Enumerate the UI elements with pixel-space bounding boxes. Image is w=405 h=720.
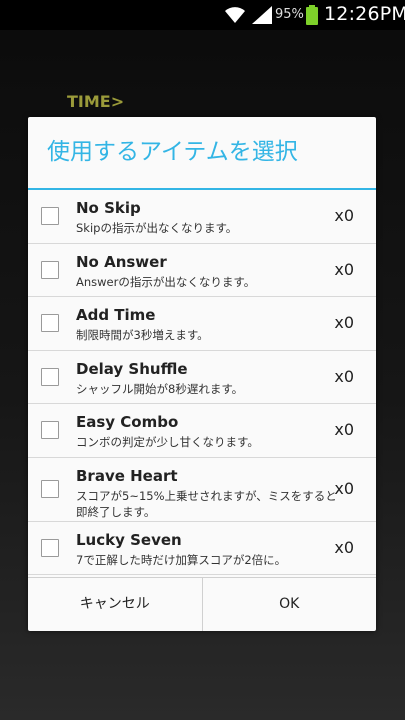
- item-name: Lucky Seven: [76, 530, 182, 549]
- item-count: x0: [334, 537, 354, 557]
- battery-percent: 95%: [275, 7, 304, 22]
- battery-icon: [306, 5, 318, 25]
- item-count: x0: [334, 206, 354, 226]
- clock: 12:26PM: [324, 3, 405, 25]
- ok-button[interactable]: OK: [201, 578, 377, 631]
- item-name: Add Time: [76, 306, 156, 324]
- item-description: 制限時間が3秒増えます。: [76, 328, 209, 342]
- item-description: コンボの判定が少し甘くなります。: [76, 435, 259, 449]
- signal-icon: [252, 6, 272, 24]
- checkbox[interactable]: [41, 314, 59, 333]
- checkbox[interactable]: [41, 260, 59, 279]
- item-name: Delay Shuffle: [76, 359, 188, 378]
- list-item-delay-shuffle[interactable]: Delay Shuffle シャッフル開始が8秒遅れます。 x0: [28, 351, 376, 404]
- time-label: TIME>: [67, 92, 125, 111]
- item-name: Brave Heart: [76, 466, 178, 485]
- item-count: x0: [334, 259, 354, 279]
- item-description: Answerの指示が出なくなります。: [76, 274, 256, 289]
- item-name: No Answer: [76, 252, 167, 271]
- item-list: No Skip Skipの指示が出なくなります。 x0 No Answer An…: [28, 190, 376, 575]
- list-item-easy-combo[interactable]: Easy Combo コンボの判定が少し甘くなります。 x0: [28, 404, 376, 458]
- item-description: スコアが5~15%上乗せされますが、ミスをすると即終了します。: [76, 488, 337, 519]
- item-count: x0: [334, 366, 354, 386]
- item-name: Easy Combo: [76, 413, 179, 431]
- cancel-button[interactable]: キャンセル: [28, 578, 202, 631]
- item-count: x0: [334, 479, 354, 498]
- list-item-add-time[interactable]: Add Time 制限時間が3秒増えます。 x0: [28, 297, 376, 351]
- item-count: x0: [334, 420, 354, 440]
- list-item-brave-heart[interactable]: Brave Heart スコアが5~15%上乗せされますが、ミスをすると即終了し…: [28, 458, 376, 522]
- list-item-lucky-seven[interactable]: Lucky Seven 7で正解した時だけ加算スコアが2倍に。 x0: [28, 522, 376, 575]
- dialog-title: 使用するアイテムを選択: [28, 117, 376, 190]
- dialog-buttons: キャンセル OK: [28, 577, 376, 631]
- item-description: シャッフル開始が8秒遅れます。: [76, 381, 244, 396]
- item-name: No Skip: [76, 199, 141, 217]
- item-description: 7で正解した時だけ加算スコアが2倍に。: [76, 552, 287, 567]
- list-item-no-answer[interactable]: No Answer Answerの指示が出なくなります。 x0: [28, 244, 376, 297]
- item-description: Skipの指示が出なくなります。: [76, 221, 238, 235]
- list-item-no-skip[interactable]: No Skip Skipの指示が出なくなります。 x0: [28, 190, 376, 244]
- status-bar: 95% 12:26PM: [0, 0, 405, 30]
- checkbox[interactable]: [41, 207, 59, 226]
- checkbox[interactable]: [41, 538, 59, 557]
- item-count: x0: [334, 313, 354, 333]
- item-select-dialog: 使用するアイテムを選択 No Skip Skipの指示が出なくなります。 x0 …: [28, 117, 376, 631]
- checkbox[interactable]: [41, 480, 59, 498]
- wifi-icon: [225, 7, 245, 23]
- checkbox[interactable]: [41, 421, 59, 440]
- checkbox[interactable]: [41, 367, 59, 386]
